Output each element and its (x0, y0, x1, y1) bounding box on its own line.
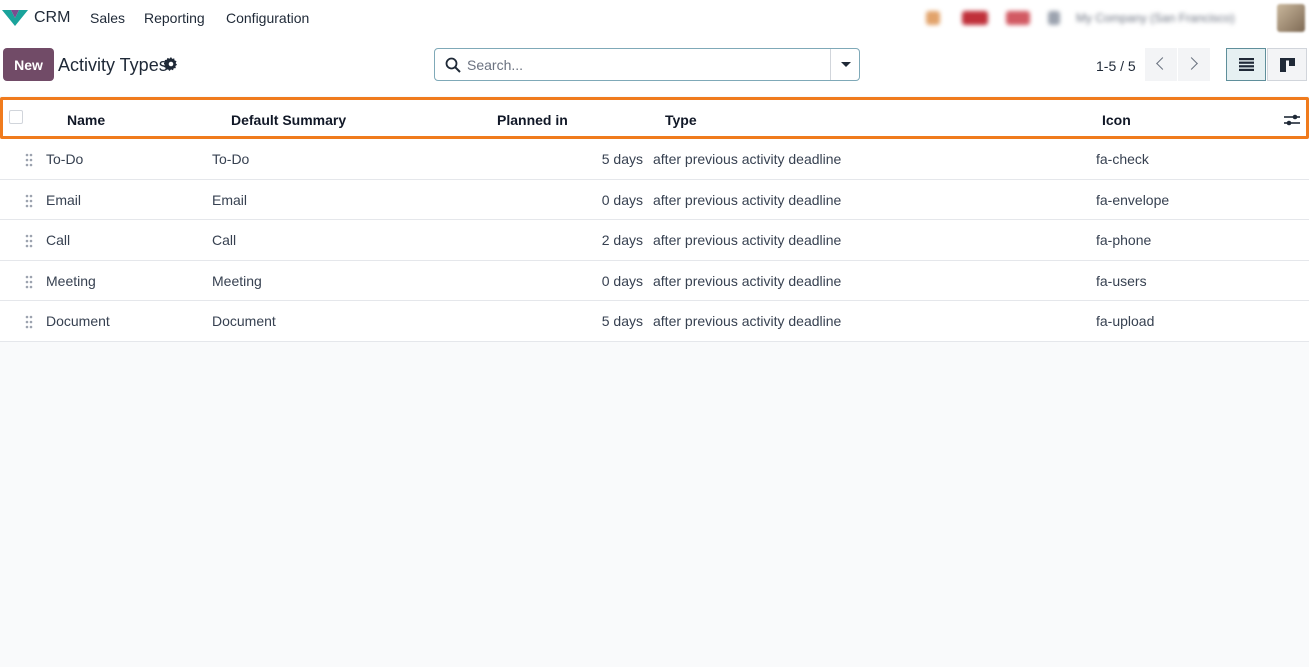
select-all-checkbox[interactable] (9, 110, 23, 124)
cell-default-summary: Email (212, 191, 248, 208)
cell-default-summary: To-Do (212, 151, 250, 167)
drag-handle-icon[interactable] (25, 234, 33, 248)
user-avatar[interactable] (1277, 4, 1305, 32)
cell-planned-in: 5 days (601, 151, 643, 167)
chevron-left-icon (1156, 57, 1169, 70)
column-header-default-summary[interactable]: Default Summary (231, 112, 346, 128)
search-icon (445, 57, 461, 73)
column-header-icon[interactable]: Icon (1102, 112, 1131, 128)
activity-types-list: Name Default Summary Planned in Type Ico… (0, 97, 1309, 342)
menu-reporting[interactable]: Reporting (144, 10, 205, 26)
cell-planned-in: 5 days (601, 313, 643, 330)
cell-icon: fa-upload (1096, 313, 1155, 330)
cell-default-summary: Meeting (212, 272, 262, 289)
new-button[interactable]: New (3, 48, 54, 81)
column-header-name[interactable]: Name (67, 112, 105, 128)
systray-chat-icon[interactable] (962, 11, 988, 25)
cell-type: after previous activity deadline (653, 232, 842, 249)
cell-icon: fa-phone (1096, 232, 1152, 249)
cell-type: after previous activity deadline (653, 151, 842, 167)
cell-default-summary: Call (212, 232, 237, 249)
cell-name: Email (46, 191, 82, 208)
cell-icon: fa-check (1096, 151, 1149, 167)
control-panel: New Activity Types 1-5 / 5 (0, 36, 1309, 96)
company-switcher[interactable]: My Company (San Francisco) (1076, 11, 1235, 25)
cell-type: after previous activity deadline (653, 313, 842, 330)
table-row[interactable]: To-Do To-Do 5 days after previous activi… (0, 139, 1309, 180)
cell-name: Meeting (46, 272, 96, 289)
kanban-view-button[interactable] (1267, 48, 1307, 81)
pager-previous-button[interactable] (1145, 48, 1177, 81)
systray-activity-icon[interactable] (1006, 11, 1030, 25)
table-row[interactable]: Call Call 2 days after previous activity… (0, 220, 1309, 261)
cell-name: Call (46, 232, 71, 249)
search-input[interactable] (467, 54, 827, 76)
chevron-right-icon (1185, 57, 1198, 70)
cell-name: To-Do (46, 151, 84, 167)
drag-handle-icon[interactable] (25, 194, 33, 208)
caret-down-icon (841, 62, 851, 67)
kanban-view-icon (1280, 58, 1295, 72)
cell-planned-in: 0 days (601, 272, 643, 289)
gear-icon[interactable] (164, 57, 178, 71)
cell-type: after previous activity deadline (653, 272, 842, 289)
pager-next-button[interactable] (1178, 48, 1210, 81)
table-row[interactable]: Email Email 0 days after previous activi… (0, 179, 1309, 221)
systray-apps-icon[interactable] (1048, 11, 1060, 25)
cell-icon: fa-envelope (1096, 191, 1170, 208)
search-options-toggle[interactable] (830, 49, 859, 80)
crm-logo-icon[interactable] (2, 8, 28, 26)
cell-name: Document (46, 313, 110, 330)
column-header-planned-in[interactable]: Planned in (497, 112, 568, 128)
drag-handle-icon[interactable] (25, 153, 33, 167)
menu-configuration[interactable]: Configuration (226, 10, 309, 26)
table-header: Name Default Summary Planned in Type Ico… (0, 97, 1309, 139)
systray: My Company (San Francisco) (926, 6, 1235, 30)
systray-debug-icon[interactable] (926, 11, 940, 25)
cell-planned-in: 0 days (601, 191, 643, 208)
page-title: Activity Types (58, 55, 168, 75)
optional-columns-icon[interactable] (1284, 112, 1300, 128)
table-row[interactable]: Document Document 5 days after previous … (0, 301, 1309, 342)
app-name[interactable]: CRM (34, 9, 70, 27)
menu-sales[interactable]: Sales (90, 10, 125, 26)
list-view-icon (1239, 58, 1254, 71)
cell-icon: fa-users (1096, 272, 1147, 289)
drag-handle-icon[interactable] (25, 275, 33, 289)
drag-handle-icon[interactable] (25, 315, 33, 329)
cell-default-summary: Document (212, 313, 276, 330)
pager-value[interactable]: 1-5 / 5 (1096, 58, 1136, 74)
cell-type: after previous activity deadline (653, 191, 842, 208)
column-header-type[interactable]: Type (665, 112, 697, 128)
top-navbar: CRM Sales Reporting Configuration My Com… (0, 0, 1309, 36)
cell-planned-in: 2 days (601, 232, 643, 249)
table-row[interactable]: Meeting Meeting 0 days after previous ac… (0, 260, 1309, 302)
list-view-button[interactable] (1226, 48, 1266, 81)
search-bar[interactable] (434, 48, 860, 81)
